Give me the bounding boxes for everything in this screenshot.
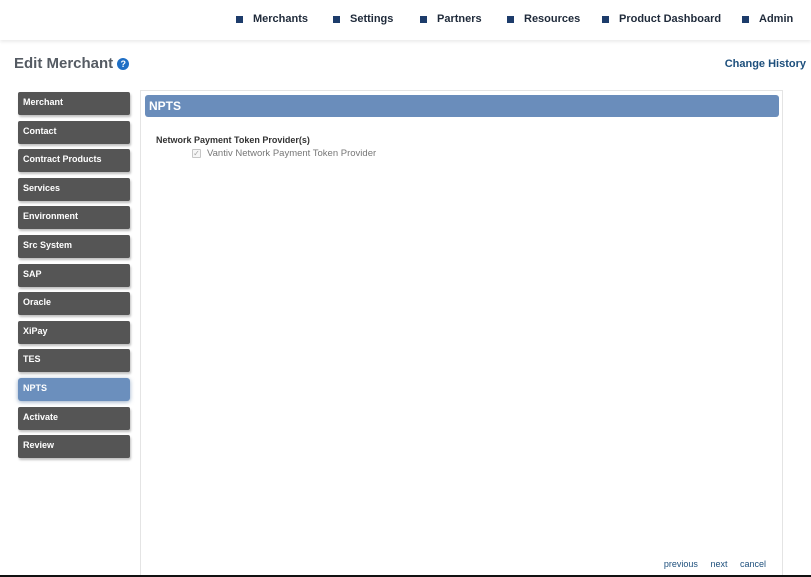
sidebar-item-tes[interactable]: TES [18, 349, 130, 373]
sidebar-item-npts[interactable]: NPTS [18, 377, 130, 401]
next-link[interactable]: next [710, 559, 727, 569]
nav-product-dashboard[interactable]: Product Dashboard [602, 11, 721, 27]
top-navigation: Merchants Settings Partners Resources Pr… [0, 0, 811, 40]
sidebar-item-src-system[interactable]: Src System [18, 234, 130, 258]
nav-resources[interactable]: Resources [507, 11, 580, 27]
nav-admin[interactable]: Admin [742, 11, 793, 27]
nav-partners-label: Partners [437, 13, 482, 25]
nav-settings[interactable]: Settings [333, 11, 393, 27]
help-icon[interactable]: ? [117, 57, 130, 70]
nav-resources-label: Resources [524, 13, 581, 25]
sidebar-item-merchant[interactable]: Merchant [18, 92, 130, 115]
square-bullet-icon [420, 15, 427, 23]
nav-merchants[interactable]: Merchants [236, 11, 308, 27]
square-bullet-icon [742, 15, 749, 23]
sidebar-item-contact[interactable]: Contact [18, 120, 130, 144]
nav-admin-label: Admin [759, 13, 794, 25]
token-provider-group-label: Network Payment Token Provider(s) [156, 135, 310, 145]
sidebar: Merchant Contact Contract Products Servi… [18, 92, 130, 464]
change-history-link[interactable]: Change History [725, 58, 806, 70]
square-bullet-icon [507, 15, 514, 23]
square-bullet-icon [602, 15, 609, 23]
square-bullet-icon [236, 15, 243, 23]
provider-checkbox[interactable]: ✓ [192, 149, 201, 158]
square-bullet-icon [333, 15, 340, 23]
nav-partners[interactable]: Partners [420, 11, 482, 27]
sidebar-item-activate[interactable]: Activate [18, 406, 130, 430]
wizard-footer: previous next cancel [654, 559, 766, 569]
sidebar-item-contract-products[interactable]: Contract Products [18, 149, 130, 173]
token-provider-option: ✓ Vantiv Network Payment Token Provider [192, 148, 376, 159]
section-header: NPTS [145, 95, 779, 117]
page-title: Edit Merchant ? [14, 55, 130, 72]
nav-merchants-label: Merchants [253, 13, 309, 25]
sidebar-item-sap[interactable]: SAP [18, 263, 130, 287]
content-panel: NPTS Network Payment Token Provider(s) ✓… [140, 90, 783, 577]
nav-settings-label: Settings [350, 13, 394, 25]
nav-product-dashboard-label: Product Dashboard [619, 13, 722, 25]
sidebar-item-xipay[interactable]: XiPay [18, 320, 130, 344]
sidebar-item-oracle[interactable]: Oracle [18, 292, 130, 316]
sidebar-item-review[interactable]: Review [18, 435, 130, 459]
sidebar-item-environment[interactable]: Environment [18, 206, 130, 230]
previous-link[interactable]: previous [664, 559, 698, 569]
page-title-text: Edit Merchant [14, 55, 114, 72]
cancel-link[interactable]: cancel [740, 559, 766, 569]
sidebar-item-services[interactable]: Services [18, 177, 130, 201]
provider-checkbox-label: Vantiv Network Payment Token Provider [207, 148, 377, 159]
